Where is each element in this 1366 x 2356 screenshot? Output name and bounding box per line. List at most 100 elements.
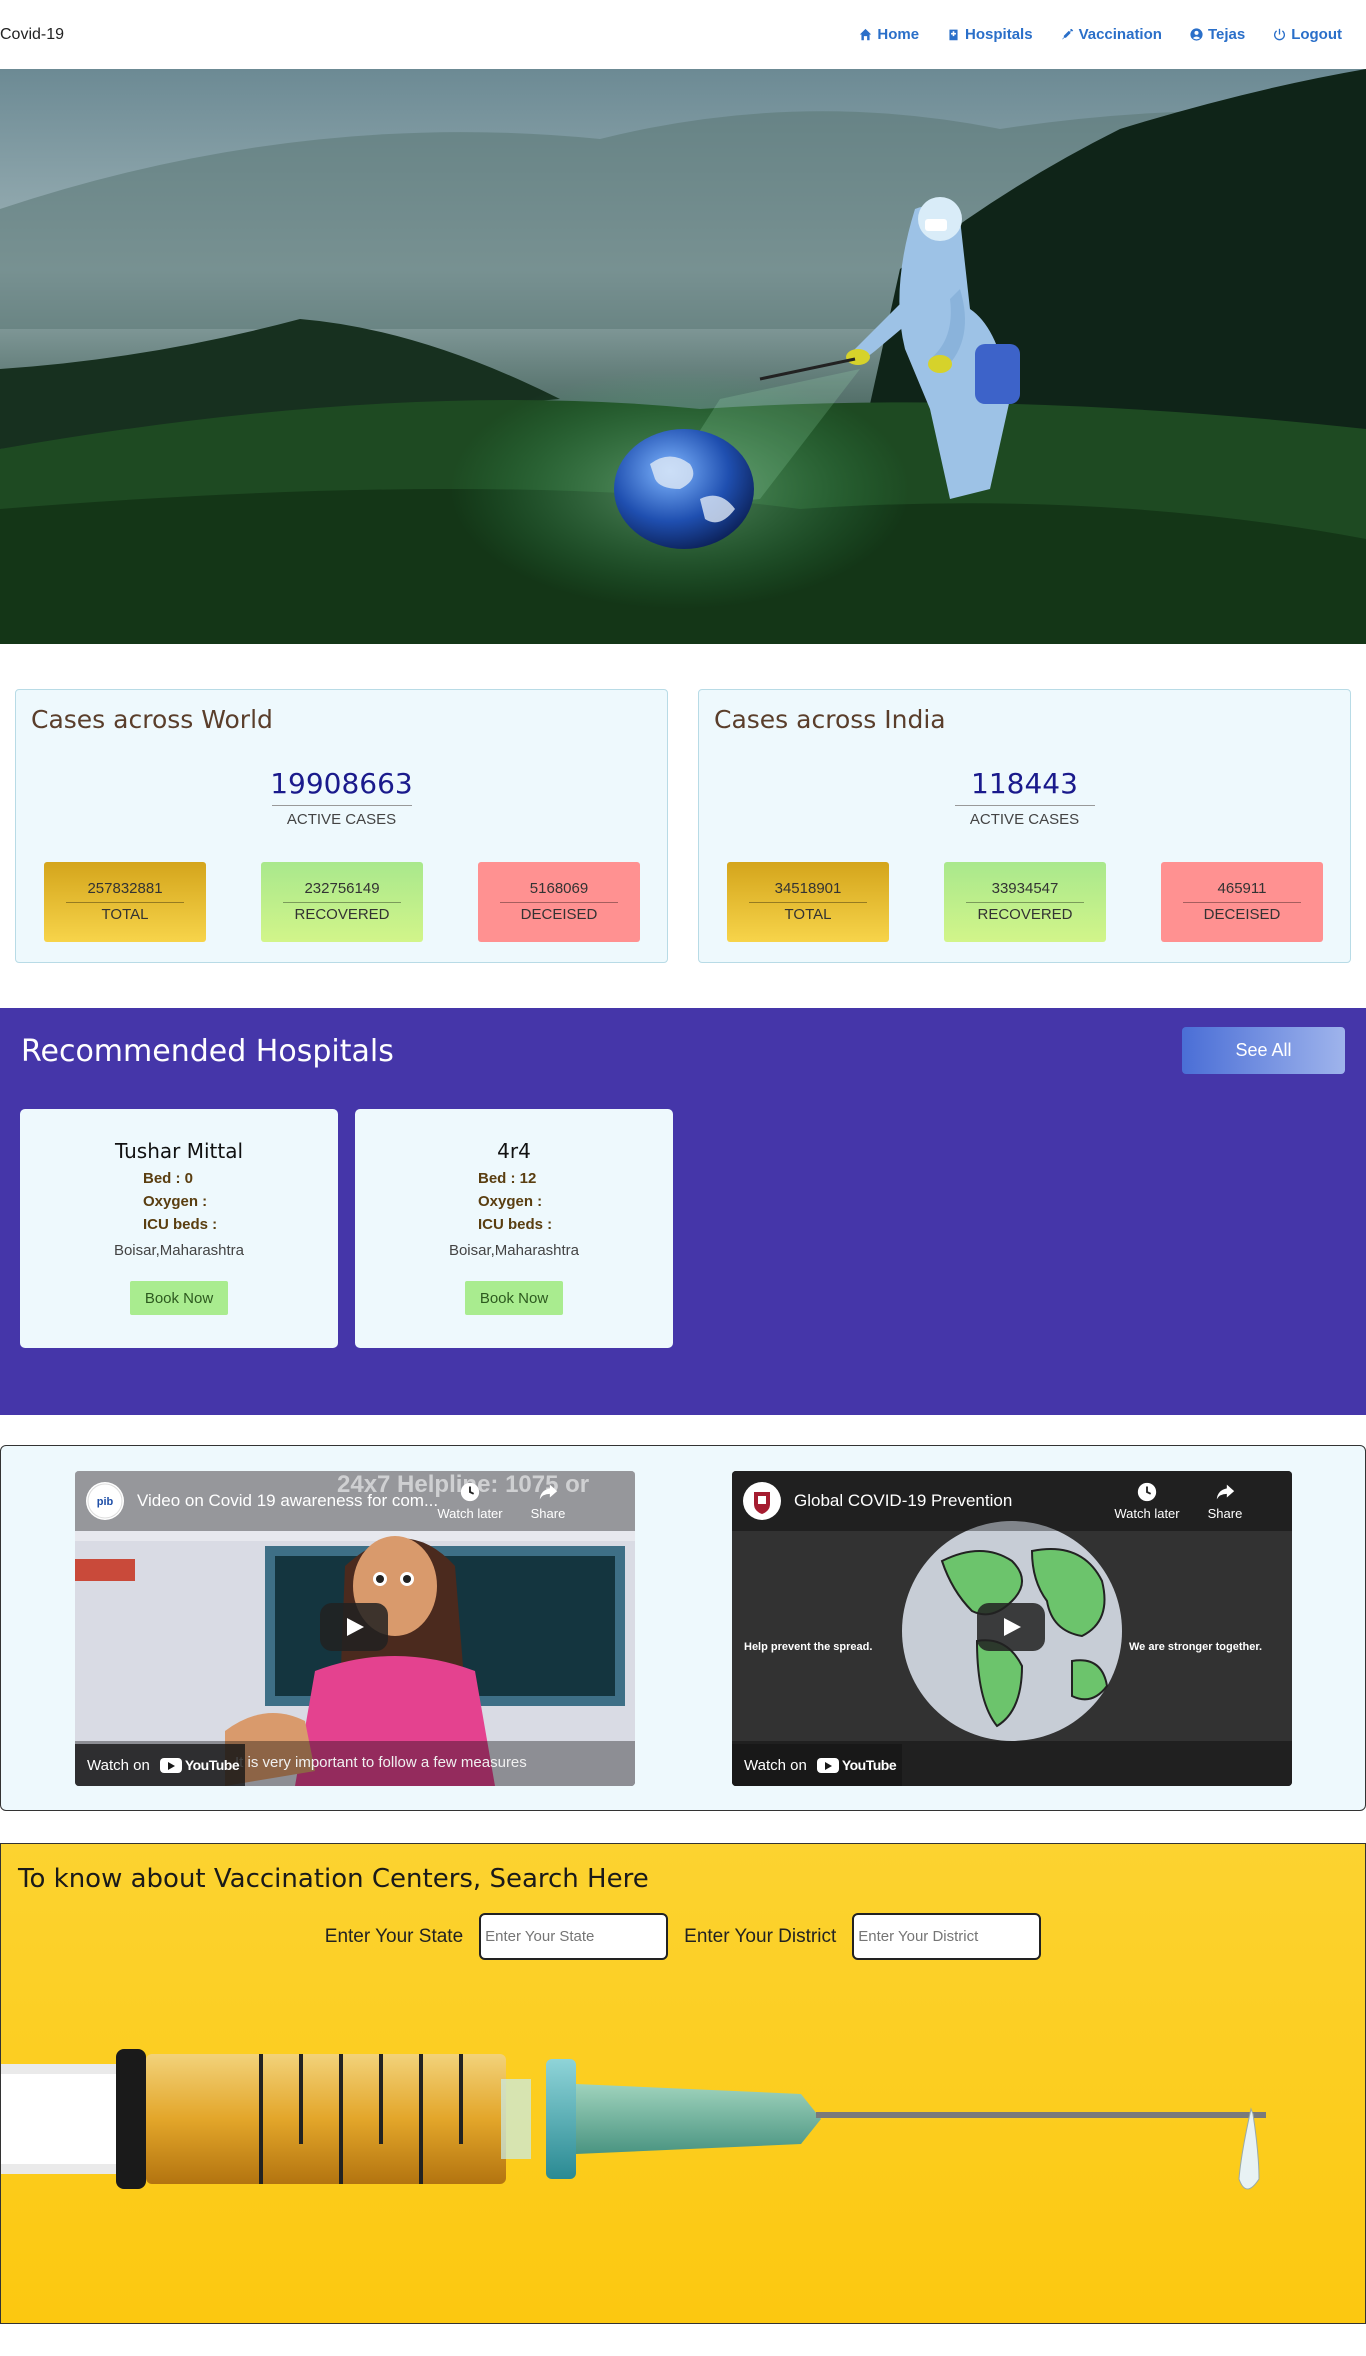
nav-hospitals[interactable]: Hospitals	[933, 26, 1047, 43]
india-active-count: 118443	[971, 767, 1078, 800]
syringe-image	[1, 2049, 1266, 2190]
india-total-box: 34518901 TOTAL	[727, 862, 889, 942]
play-button[interactable]	[977, 1603, 1045, 1651]
cases-world-title: Cases across World	[31, 705, 273, 734]
watch-later-button[interactable]: Watch later	[435, 1481, 505, 1521]
nav-vaccination-label: Vaccination	[1078, 26, 1162, 43]
see-all-button[interactable]: See All	[1182, 1027, 1345, 1074]
hospitals-title: Recommended Hospitals	[21, 1034, 394, 1069]
india-recovered-box: 33934547 RECOVERED	[944, 862, 1106, 942]
hero-illustration	[0, 69, 1366, 644]
world-recovered-box: 232756149 RECOVERED	[261, 862, 423, 942]
user-circle-icon	[1190, 28, 1203, 41]
india-total-label: TOTAL	[784, 906, 832, 923]
share-button[interactable]: Share	[1190, 1481, 1260, 1521]
watch-on-label: Watch on	[87, 1756, 150, 1774]
india-deceased-count: 465911	[1217, 880, 1267, 897]
watch-later-label: Watch later	[437, 1506, 503, 1521]
divider	[966, 902, 1084, 903]
hospital-bed: Bed : 0	[143, 1170, 194, 1187]
share-label: Share	[530, 1506, 566, 1521]
hero-banner	[0, 69, 1366, 644]
video-right-text: We are stronger together.	[1129, 1641, 1263, 1653]
hospital-info: Bed : 0 Oxygen : ICU beds :	[143, 1167, 217, 1236]
book-now-button[interactable]: Book Now	[130, 1281, 228, 1315]
video-title[interactable]: Global COVID-19 Prevention	[794, 1491, 1012, 1511]
world-recovered-count: 232756149	[304, 880, 380, 897]
navbar: Covid-19 Home Hospitals Vaccination Teja…	[0, 0, 1366, 69]
watch-on-label: Watch on	[744, 1756, 807, 1774]
share-button[interactable]: Share	[513, 1481, 583, 1521]
home-icon	[860, 28, 872, 41]
youtube-label: YouTube	[841, 1757, 897, 1773]
hospital-icu: ICU beds :	[478, 1216, 553, 1233]
power-icon	[1274, 28, 1286, 41]
hospital-name: 4r4	[497, 1139, 531, 1163]
nav-logout-label: Logout	[1291, 26, 1342, 43]
syringe-icon	[1061, 28, 1073, 40]
video-left-text: Help prevent the spread.	[744, 1641, 873, 1653]
youtube-icon	[816, 1757, 839, 1773]
nav-home-label: Home	[877, 26, 920, 43]
india-active-label: ACTIVE CASES	[969, 811, 1080, 828]
hospital-bed: Bed : 12	[478, 1170, 537, 1187]
share-icon	[539, 1484, 558, 1500]
district-label: Enter Your District	[684, 1925, 837, 1947]
divider	[749, 902, 867, 903]
video-player[interactable]: pib Video on Covid 19 awareness for com.…	[75, 1471, 635, 1786]
divider	[66, 902, 184, 903]
harvard-logo-icon	[745, 1484, 779, 1518]
nav-profile-label: Tejas	[1207, 26, 1246, 43]
divider	[500, 902, 618, 903]
world-active-count: 19908663	[270, 767, 413, 800]
nav-logout[interactable]: Logout	[1259, 26, 1356, 43]
hospital-card: Tushar Mittal Bed : 0 Oxygen : ICU beds …	[20, 1109, 338, 1348]
world-total-count: 257832881	[87, 880, 163, 897]
watch-on-youtube-button[interactable]: Watch on YouTube	[75, 1744, 245, 1786]
nav-vaccination[interactable]: Vaccination	[1047, 26, 1176, 43]
play-button[interactable]	[320, 1603, 388, 1651]
india-deceased-label: DECEISED	[1203, 906, 1281, 923]
world-active-label: ACTIVE CASES	[286, 811, 397, 828]
nav-profile[interactable]: Tejas	[1176, 26, 1259, 43]
hospital-icu: ICU beds :	[143, 1216, 218, 1233]
youtube-label: YouTube	[184, 1757, 240, 1773]
channel-logo[interactable]: pib	[86, 1482, 124, 1520]
book-now-button[interactable]: Book Now	[465, 1281, 563, 1315]
videos-section: pib Video on Covid 19 awareness for com.…	[0, 1445, 1366, 1811]
divider	[1183, 902, 1301, 903]
video-caption: It is very important to follow a few mea…	[235, 1754, 527, 1771]
youtube-icon	[159, 1757, 182, 1773]
brand[interactable]: Covid-19	[0, 26, 64, 44]
youtube-logo: YouTube	[816, 1757, 897, 1773]
district-input[interactable]	[852, 1913, 1042, 1960]
world-deceased-label: DECEISED	[520, 906, 598, 923]
india-recovered-label: RECOVERED	[977, 906, 1073, 923]
cases-india-title: Cases across India	[714, 705, 946, 734]
hospital-oxygen: Oxygen :	[478, 1193, 543, 1210]
india-recovered-count: 33934547	[991, 880, 1059, 897]
hospital-info: Bed : 12 Oxygen : ICU beds :	[478, 1167, 552, 1236]
world-recovered-label: RECOVERED	[294, 906, 390, 923]
watch-later-button[interactable]: Watch later	[1112, 1481, 1182, 1521]
channel-logo[interactable]	[743, 1482, 781, 1520]
nav-home[interactable]: Home	[845, 26, 933, 43]
watch-on-youtube-button[interactable]: Watch on YouTube	[732, 1744, 902, 1786]
video-player[interactable]: Global COVID-19 Prevention Help prevent …	[732, 1471, 1292, 1786]
hospital-oxygen: Oxygen :	[143, 1193, 208, 1210]
world-deceased-count: 5168069	[529, 880, 589, 897]
recommended-hospitals-section: Recommended Hospitals See All Tushar Mit…	[0, 1008, 1366, 1415]
syringe-illustration	[1, 1994, 1365, 2323]
hospital-name: Tushar Mittal	[114, 1139, 244, 1163]
divider	[283, 902, 401, 903]
nav-links: Home Hospitals Vaccination Tejas Logout	[845, 26, 1356, 43]
cases-india-card: Cases across India 118443 ACTIVE CASES 3…	[698, 689, 1351, 963]
youtube-logo: YouTube	[159, 1757, 240, 1773]
vaccination-search-form: Enter Your State Enter Your District	[1, 1913, 1365, 1960]
vaccination-title: To know about Vaccination Centers, Searc…	[18, 1864, 649, 1894]
share-label: Share	[1207, 1506, 1243, 1521]
watch-later-label: Watch later	[1114, 1506, 1180, 1521]
cases-world-card: Cases across World 19908663 ACTIVE CASES…	[15, 689, 668, 963]
pib-logo-icon: pib	[87, 1483, 123, 1519]
state-input[interactable]	[479, 1913, 669, 1960]
